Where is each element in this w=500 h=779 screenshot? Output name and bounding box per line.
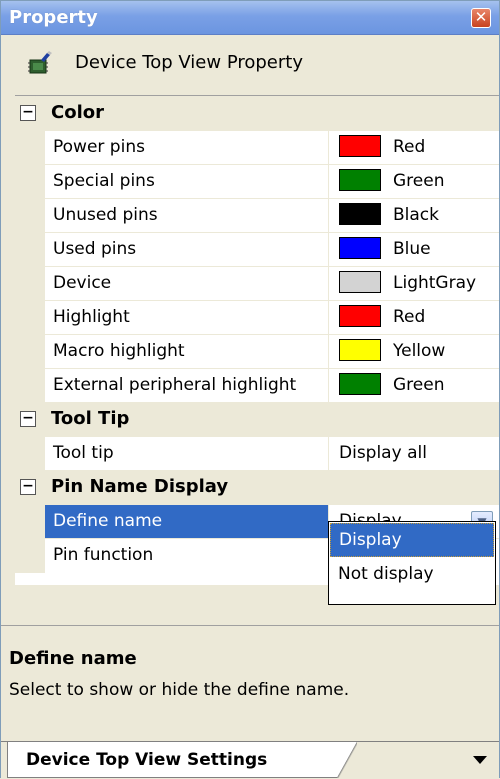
property-value[interactable]: Black [329, 199, 499, 233]
tab-strip: Device Top View Settings [1, 741, 499, 779]
property-value[interactable]: Blue [329, 233, 499, 267]
property-name: Tool tip [45, 437, 329, 471]
color-swatch [339, 372, 381, 395]
property-name: External peripheral highlight [45, 369, 329, 403]
title-bar[interactable]: Property ✕ [1, 1, 499, 35]
property-row-power-pins[interactable]: Power pins Red [15, 130, 499, 165]
color-swatch [339, 270, 381, 293]
property-name: Device [45, 267, 329, 301]
category-label: Color [51, 102, 104, 123]
description-panel: Define name Select to show or hide the d… [1, 625, 499, 737]
tab-label: Device Top View Settings [26, 750, 268, 770]
property-row-unused-pins[interactable]: Unused pins Black [15, 198, 499, 233]
category-label: Pin Name Display [51, 476, 229, 497]
color-swatch [339, 134, 381, 157]
collapse-icon[interactable]: − [20, 411, 36, 427]
window-title: Property [9, 7, 98, 28]
category-tooltip[interactable]: − Tool Tip [15, 402, 499, 436]
property-value[interactable]: Yellow [329, 335, 499, 369]
color-swatch [339, 202, 381, 225]
property-row-external-peripheral-highlight[interactable]: External peripheral highlight Green [15, 368, 499, 403]
dropdown-option-not-display[interactable]: Not display [330, 558, 494, 592]
property-value[interactable]: LightGray [329, 267, 499, 301]
property-value[interactable]: Display all [329, 437, 499, 471]
property-name: Macro highlight [45, 335, 329, 369]
property-value[interactable]: Red [329, 301, 499, 335]
property-row-tool-tip[interactable]: Tool tip Display all [15, 436, 499, 471]
description-text: Select to show or hide the define name. [9, 680, 350, 700]
property-name: Define name [45, 505, 329, 539]
object-title: Device Top View Property [75, 52, 303, 73]
color-swatch [339, 236, 381, 259]
property-grid: − Color Power pins Red Special pins Gree… [15, 95, 499, 585]
property-name: Pin function [45, 539, 329, 573]
property-name: Used pins [45, 233, 329, 267]
dropdown-list: Display Not display [328, 521, 496, 605]
color-swatch [339, 338, 381, 361]
property-value[interactable]: Red [329, 131, 499, 165]
dropdown-option-display[interactable]: Display [330, 523, 494, 557]
property-value[interactable]: Green [329, 369, 499, 403]
property-name: Highlight [45, 301, 329, 335]
property-row-special-pins[interactable]: Special pins Green [15, 164, 499, 199]
close-icon[interactable]: ✕ [471, 8, 491, 28]
property-row-device[interactable]: Device LightGray [15, 266, 499, 301]
property-row-macro-highlight[interactable]: Macro highlight Yellow [15, 334, 499, 369]
property-name: Power pins [45, 131, 329, 165]
object-header: Device Top View Property [1, 36, 499, 92]
collapse-icon[interactable]: − [20, 105, 36, 121]
category-pin-name-display[interactable]: − Pin Name Display [15, 470, 499, 504]
property-name: Special pins [45, 165, 329, 199]
property-value[interactable]: Green [329, 165, 499, 199]
category-color[interactable]: − Color [15, 96, 499, 130]
color-swatch [339, 168, 381, 191]
device-chip-icon [28, 51, 52, 74]
tab-menu-arrow-icon[interactable] [473, 756, 487, 764]
color-swatch [339, 304, 381, 327]
property-row-used-pins[interactable]: Used pins Blue [15, 232, 499, 267]
property-window: Property ✕ Device Top View Property − Co… [0, 0, 500, 779]
property-row-highlight[interactable]: Highlight Red [15, 300, 499, 335]
tab-device-top-view-settings[interactable]: Device Top View Settings [7, 742, 357, 778]
category-label: Tool Tip [51, 408, 130, 429]
collapse-icon[interactable]: − [20, 479, 36, 495]
description-title: Define name [9, 648, 137, 669]
property-name: Unused pins [45, 199, 329, 233]
